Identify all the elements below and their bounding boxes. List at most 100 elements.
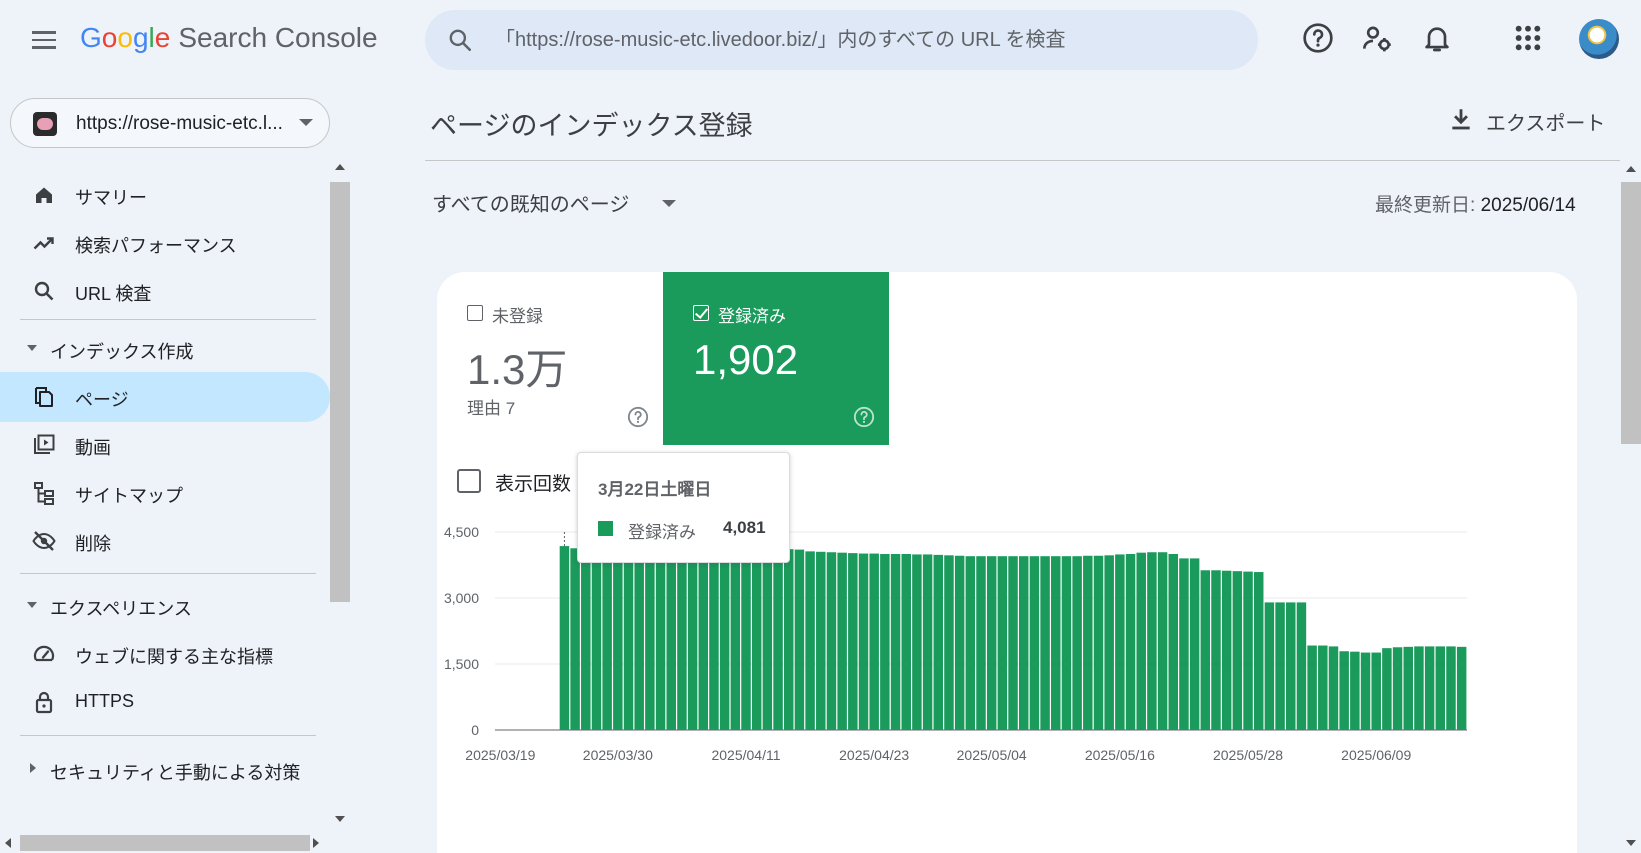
chart-bar <box>858 553 869 730</box>
logo-letter: o <box>117 22 133 53</box>
sidebar-item-videos[interactable]: 動画 <box>0 420 330 470</box>
sidebar-divider <box>20 319 316 320</box>
chart-bar <box>1253 572 1264 730</box>
help-icon[interactable] <box>627 406 649 428</box>
account-avatar[interactable] <box>1579 19 1619 59</box>
chart-bar <box>1350 651 1360 730</box>
chart-bar <box>634 547 644 730</box>
chart-bar <box>1328 646 1339 730</box>
sidebar-section-security[interactable]: セキュリティと手動による対策 <box>0 747 330 791</box>
sidebar-item-removals[interactable]: 削除 <box>0 516 330 566</box>
chart-bar <box>741 548 751 730</box>
x-tick-label: 2025/05/28 <box>1213 747 1283 763</box>
tile-reasons: 理由 7 <box>467 399 516 418</box>
logo-letter: o <box>101 22 118 53</box>
chart-bar <box>890 554 901 730</box>
page-filter-dropdown[interactable]: すべての既知のページ <box>432 188 676 220</box>
chart-bar <box>1136 552 1146 730</box>
chart-bar <box>1179 558 1189 730</box>
scroll-up-arrow-icon[interactable] <box>335 164 345 170</box>
tile-value: 1.3万 <box>467 346 568 393</box>
sidebar-horizontal-scrollbar[interactable] <box>0 833 330 853</box>
sidebar-item-sitemaps[interactable]: サイトマップ <box>0 468 330 518</box>
scroll-down-arrow-icon[interactable] <box>1626 840 1636 846</box>
sidebar-section-experience[interactable]: エクスペリエンス <box>0 583 330 627</box>
impressions-checkbox[interactable] <box>457 469 481 493</box>
sidebar-item-label: ページ <box>75 390 129 410</box>
chart-bar <box>1232 571 1243 730</box>
logo-letter: e <box>154 22 171 53</box>
collapse-arrow-icon <box>27 345 37 351</box>
chart-bar <box>1008 556 1018 730</box>
main-menu-icon[interactable] <box>30 28 58 52</box>
sidebar-item-label: サマリー <box>75 188 147 208</box>
page-title: ページのインデックス登録 <box>430 111 753 141</box>
chart-bar <box>623 548 634 730</box>
home-icon <box>36 187 52 203</box>
y-tick-label: 1,500 <box>444 656 479 672</box>
chart-bar <box>1029 556 1040 730</box>
tile-checkbox[interactable] <box>693 305 709 321</box>
sidebar-item-pages[interactable]: ページ <box>0 372 330 422</box>
chart-bar <box>751 548 762 730</box>
search-input[interactable] <box>495 24 1235 56</box>
chart-bar <box>901 554 911 730</box>
scrollbar-thumb[interactable] <box>1621 182 1641 444</box>
scroll-left-arrow-icon[interactable] <box>5 838 11 848</box>
scrollbar-thumb[interactable] <box>20 835 310 851</box>
sidebar-item-url-inspection[interactable]: URL 検査 <box>0 266 330 316</box>
chart-bar <box>1264 602 1275 730</box>
property-selector[interactable]: https://rose-music-etc.l... <box>10 98 330 148</box>
y-tick-label: 4,500 <box>444 524 479 540</box>
sidebar-item-label: 削除 <box>75 534 111 554</box>
top-app-bar: Google Search Console <box>0 0 1641 80</box>
scrollbar-thumb[interactable] <box>330 182 350 602</box>
chart-bar <box>1424 646 1435 730</box>
chart-bar <box>1403 646 1413 730</box>
sidebar-nav: サマリー 検索パフォーマンス URL 検査 インデックス作成 ページ 動画 サイ… <box>0 160 330 830</box>
sidebar-vertical-scrollbar[interactable] <box>330 160 350 828</box>
collapse-arrow-icon <box>27 602 37 608</box>
sidebar-item-core-web-vitals[interactable]: ウェブに関する主な指標 <box>0 629 330 679</box>
sidebar-item-summary[interactable]: サマリー <box>0 170 330 220</box>
tile-indexed[interactable]: 登録済み 1,902 <box>663 272 889 445</box>
sidebar-section-indexing[interactable]: インデックス作成 <box>0 326 330 370</box>
chart-bar <box>698 546 709 730</box>
scroll-up-arrow-icon[interactable] <box>1626 166 1636 172</box>
sidebar-section-label: セキュリティと手動による対策 <box>50 763 301 783</box>
chart-bar <box>687 546 698 730</box>
chart-bar <box>1339 651 1349 730</box>
sidebar-item-label: サイトマップ <box>75 486 183 506</box>
logo-letter: G <box>80 22 102 53</box>
x-tick-label: 2025/05/04 <box>957 747 1027 763</box>
chart-bar <box>1093 555 1104 730</box>
chart-bar <box>1083 555 1093 730</box>
y-tick-label: 0 <box>471 722 479 738</box>
sidebar-item-https[interactable]: HTTPS <box>0 677 330 727</box>
sidebar-section-label: インデックス作成 <box>50 342 194 362</box>
tile-name: 未登録 <box>492 307 543 326</box>
url-inspection-searchbox[interactable] <box>425 10 1258 70</box>
chart-bar <box>1286 602 1296 730</box>
x-tick-label: 2025/04/11 <box>711 747 780 763</box>
scroll-right-arrow-icon[interactable] <box>313 838 319 848</box>
chart-bar <box>1221 570 1232 730</box>
filter-label: すべての既知のページ <box>432 194 630 216</box>
tile-checkbox[interactable] <box>467 305 483 321</box>
admin-settings-icon[interactable] <box>1361 22 1393 54</box>
scroll-down-arrow-icon[interactable] <box>335 816 345 822</box>
tile-not-indexed[interactable]: 未登録 1.3万 理由 7 <box>437 272 663 445</box>
chart-bar <box>570 548 580 730</box>
chart-bar <box>794 549 805 730</box>
chart-bar <box>1318 645 1328 730</box>
chart-bar <box>1168 554 1179 730</box>
main-vertical-scrollbar[interactable] <box>1621 160 1641 853</box>
notifications-bell-icon[interactable] <box>1421 22 1453 54</box>
search-console-logo[interactable]: Google Search Console <box>80 22 378 54</box>
google-apps-grid-icon[interactable] <box>1512 22 1544 54</box>
sidebar-item-performance[interactable]: 検索パフォーマンス <box>0 218 330 268</box>
help-icon[interactable] <box>1302 22 1334 54</box>
help-icon[interactable] <box>853 406 875 428</box>
y-tick-label: 3,000 <box>444 590 479 606</box>
chart-bar <box>848 553 858 730</box>
